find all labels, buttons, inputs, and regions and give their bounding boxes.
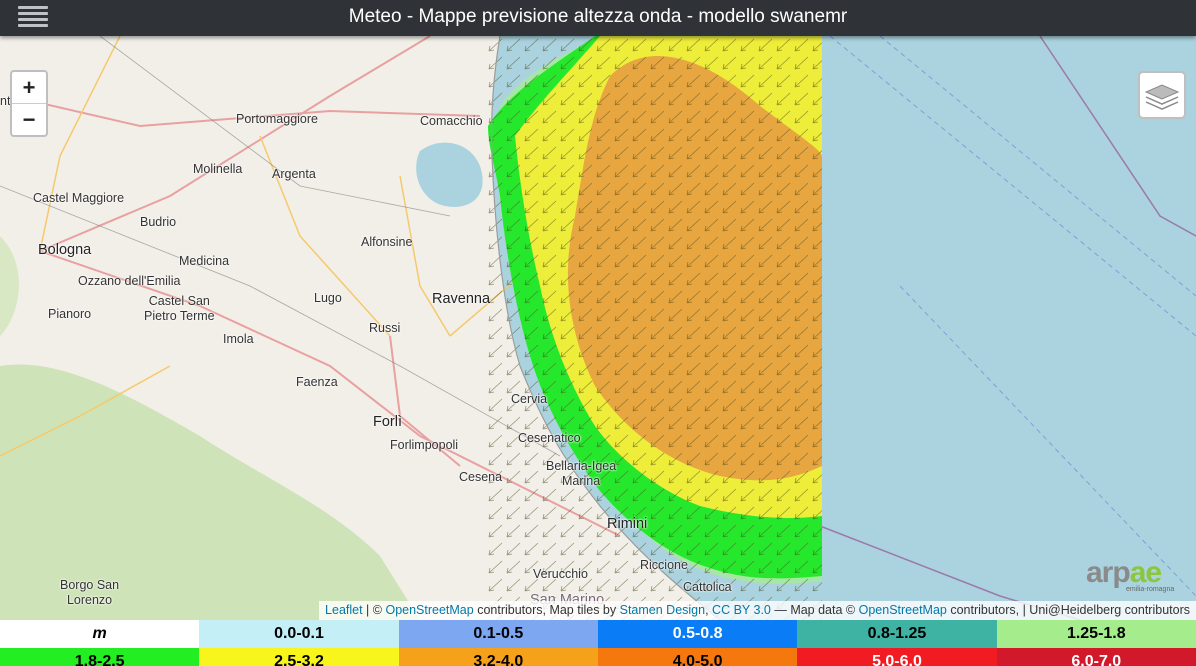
osm-link[interactable]: OpenStreetMap	[385, 603, 473, 617]
leaflet-link[interactable]: Leaflet	[325, 603, 363, 617]
wave-height-legend: m 0.0-0.1 0.1-0.5 0.5-0.8 0.8-1.25 1.25-…	[0, 620, 1196, 666]
place-cervia: Cervia	[511, 392, 548, 406]
place-russi: Russi	[369, 321, 401, 335]
layers-icon	[1144, 84, 1180, 110]
place-borgo-san-lorenzo: Borgo San Lorenzo	[60, 578, 120, 607]
zoom-out-button[interactable]: −	[12, 104, 46, 135]
legend-cell: 0.0-0.1	[199, 620, 399, 648]
top-bar: Meteo - Mappe previsione altezza onda - …	[0, 0, 1196, 36]
legend-unit: m	[0, 620, 200, 648]
place-faenza: Faenza	[296, 375, 338, 389]
place-cesena: Cesena	[459, 470, 503, 484]
place-comacchio: Comacchio	[420, 114, 483, 128]
place-bellaria: Bellaria-Igea Marina	[546, 459, 617, 488]
map-view[interactable]: Comacchio Portomaggiore Molinella Argent…	[0, 36, 1196, 620]
place-verucchio: Verucchio	[533, 567, 588, 581]
place-imola: Imola	[223, 332, 254, 346]
place-argenta: Argenta	[272, 167, 316, 181]
place-forlimpopoli: Forlimpopoli	[390, 438, 459, 452]
legend-cell: 0.5-0.8	[597, 620, 798, 648]
legend-cell: 5.0-6.0	[797, 648, 997, 666]
place-cattolica: Cattolica	[683, 580, 732, 594]
attrib-text-2: — Map data ©	[770, 603, 859, 617]
legend-cell: 2.5-3.2	[199, 648, 399, 666]
legend-cell: 1.25-1.8	[996, 620, 1196, 648]
place-ravenna: Ravenna	[432, 291, 491, 307]
place-molinella: Molinella	[193, 162, 243, 176]
legend-cell: 3.2-4.0	[398, 648, 598, 666]
place-lugo: Lugo	[314, 291, 342, 305]
map-attribution: Leaflet | © OpenStreetMap contributors, …	[319, 601, 1196, 620]
zoom-control: + −	[10, 70, 48, 137]
place-forli: Forlì	[373, 414, 402, 430]
place-cesenatico: Cesenatico	[518, 431, 581, 445]
place-riccione: Riccione	[640, 558, 688, 572]
place-portomaggiore: Portomaggiore	[236, 112, 318, 126]
ccby-link[interactable]: CC BY 3.0	[712, 603, 771, 617]
legend-cell: 4.0-5.0	[597, 648, 798, 666]
attrib-text: contributors, Map tiles by	[473, 603, 620, 617]
logo-sub: emilia-romagna	[1126, 586, 1175, 593]
place-castel-san-pietro: Castel San Pietro Terme	[144, 294, 215, 323]
page-title: Meteo - Mappe previsione altezza onda - …	[348, 6, 848, 27]
legend-cell: 6.0-7.0	[996, 648, 1196, 666]
place-rimini: Rimini	[607, 516, 648, 532]
map-tiles	[0, 36, 1196, 620]
arpae-logo: arpae emilia-romagna	[1086, 556, 1174, 593]
place-castel-maggiore: Castel Maggiore	[33, 191, 125, 205]
place-budrio: Budrio	[140, 215, 177, 229]
place-medicina: Medicina	[179, 254, 230, 268]
legend-row-1: m 0.0-0.1 0.1-0.5 0.5-0.8 0.8-1.25 1.25-…	[0, 620, 1196, 648]
stamen-link[interactable]: Stamen Design	[620, 603, 705, 617]
legend-cell: 0.1-0.5	[398, 620, 598, 648]
legend-row-2: 1.8-2.5 2.5-3.2 3.2-4.0 4.0-5.0 5.0-6.0 …	[0, 648, 1196, 666]
place-pianoro: Pianoro	[48, 307, 92, 321]
layers-button[interactable]	[1138, 71, 1186, 119]
place-alfonsine: Alfonsine	[361, 235, 413, 249]
place-ozzano: Ozzano dell'Emilia	[78, 274, 181, 288]
logo-text-green: ae	[1129, 556, 1162, 589]
legend-cell: 1.8-2.5	[0, 648, 200, 666]
place-bologna: Bologna	[38, 242, 92, 258]
logo-text-grey: arp	[1086, 556, 1131, 589]
attrib-text-3: contributors, | Uni@Heidelberg contribut…	[946, 603, 1190, 617]
osm-link-2[interactable]: OpenStreetMap	[859, 603, 947, 617]
zoom-in-button[interactable]: +	[12, 72, 46, 104]
attrib-sep: | ©	[362, 603, 386, 617]
legend-cell: 0.8-1.25	[797, 620, 997, 648]
attrib-comma: ,	[705, 603, 713, 617]
